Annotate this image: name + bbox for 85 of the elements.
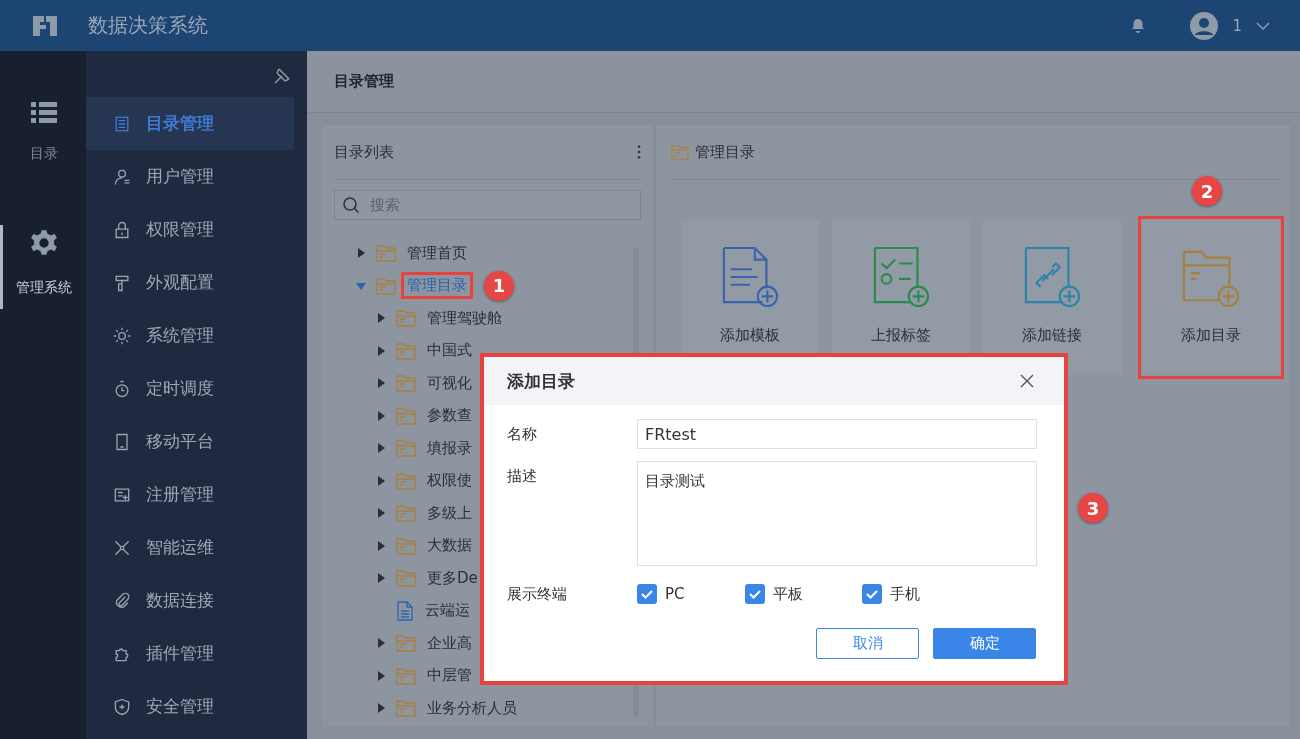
dialog-title: 添加目录 [507,369,575,393]
tree-item[interactable]: 权限使 [424,470,475,492]
user-name[interactable]: 1 [1232,16,1242,35]
caret-right-icon[interactable] [376,313,386,324]
tree-item[interactable]: 多级上 [424,502,475,524]
terminal-checkbox[interactable]: 手机 [862,584,970,604]
tree-item[interactable]: 参数查 [424,405,475,427]
tree-item[interactable]: 云端运 [422,600,473,622]
folder-icon [671,144,689,160]
document-add-icon [721,246,779,308]
breadcrumb: 管理目录 [695,142,755,162]
caret-right-icon[interactable] [376,638,386,649]
caret-right-icon[interactable] [376,475,386,486]
tree-item[interactable]: 可视化 [424,372,475,394]
field-label: 展示终端 [507,584,568,604]
folder-icon [396,666,416,685]
close-icon[interactable] [1020,374,1034,388]
folder-icon [396,309,416,328]
bell-icon[interactable] [1130,17,1147,34]
folder-icon [396,471,416,490]
nav-item[interactable]: 用户管理 [85,150,294,203]
panel-title: 目录列表 [334,142,394,162]
caret-right-icon[interactable] [376,670,386,681]
tree-item[interactable]: 中国式 [424,340,475,362]
tree-item[interactable]: 填报录 [424,437,475,459]
folder-icon [396,634,416,653]
step-badge: 2 [1192,176,1222,206]
description-field[interactable]: 目录测试 [637,461,1037,566]
caret-right-icon[interactable] [376,703,386,714]
rail-item[interactable]: 目录 [0,97,86,175]
tree-item[interactable]: 管理首页 [404,242,470,264]
tree-item[interactable]: 更多De [424,567,481,589]
folder-icon [376,276,396,295]
action-card[interactable]: 添加链接 [983,220,1121,375]
field-label: 描述 [507,466,538,486]
confirm-button[interactable]: 确定 [933,628,1036,659]
nav-item[interactable]: 定时调度 [85,362,294,415]
cancel-button[interactable]: 取消 [816,628,919,659]
folder-icon [396,569,416,588]
nav-item[interactable]: 注册管理 [85,468,294,521]
avatar-icon[interactable] [1190,11,1219,40]
search-icon [342,196,360,214]
terminal-checkbox[interactable]: 平板 [745,584,862,604]
nav-item[interactable]: 移动平台 [85,415,294,468]
page-title: 目录管理 [334,72,394,91]
caret-right-icon[interactable] [376,508,386,519]
nav-item[interactable]: 系统管理 [85,309,294,362]
folder-icon [396,341,416,360]
app-title: 数据决策系统 [88,12,208,39]
tree-item[interactable]: 管理驾驶舱 [424,307,505,329]
caret-right-icon[interactable] [376,345,386,356]
step-badge: 1 [484,270,514,301]
link-add-icon [1023,246,1081,308]
field-label: 名称 [507,424,538,444]
caret-right-icon[interactable] [376,410,386,421]
tree-item[interactable]: 企业高 [424,632,475,654]
folder-icon [396,439,416,458]
document-icon [396,600,414,621]
nav-item[interactable]: 数据连接 [85,574,294,627]
caret-right-icon[interactable] [376,443,386,454]
folder-icon [396,504,416,523]
list-icon [31,101,58,123]
nav-item[interactable]: 目录管理 [85,97,294,150]
folder-icon [376,244,396,263]
folder-icon [396,699,416,718]
caret-right-icon[interactable] [376,573,386,584]
nav-item[interactable]: 外观配置 [85,256,294,309]
chevron-down-icon[interactable] [1256,21,1270,30]
folder-icon [396,536,416,555]
nav-item[interactable]: 插件管理 [85,627,294,680]
folder-icon [396,406,416,425]
checklist-add-icon [872,246,930,308]
caret-right-icon[interactable] [356,248,366,259]
tree-item[interactable]: 大数据 [424,535,475,557]
nav-item[interactable]: 安全管理 [85,680,294,733]
folder-icon [396,374,416,393]
terminal-checkbox[interactable]: PC [637,584,745,604]
nav-item[interactable]: 智能运维 [85,521,294,574]
tree-item[interactable]: 业务分析人员 [424,697,520,719]
tree-item[interactable]: 中层管 [424,665,475,687]
name-input-field[interactable]: FRtest [637,419,1037,449]
nav-item[interactable]: 权限管理 [85,203,294,256]
more-icon[interactable] [637,145,641,159]
caret-right-icon[interactable] [376,378,386,389]
caret-right-icon[interactable] [376,540,386,551]
